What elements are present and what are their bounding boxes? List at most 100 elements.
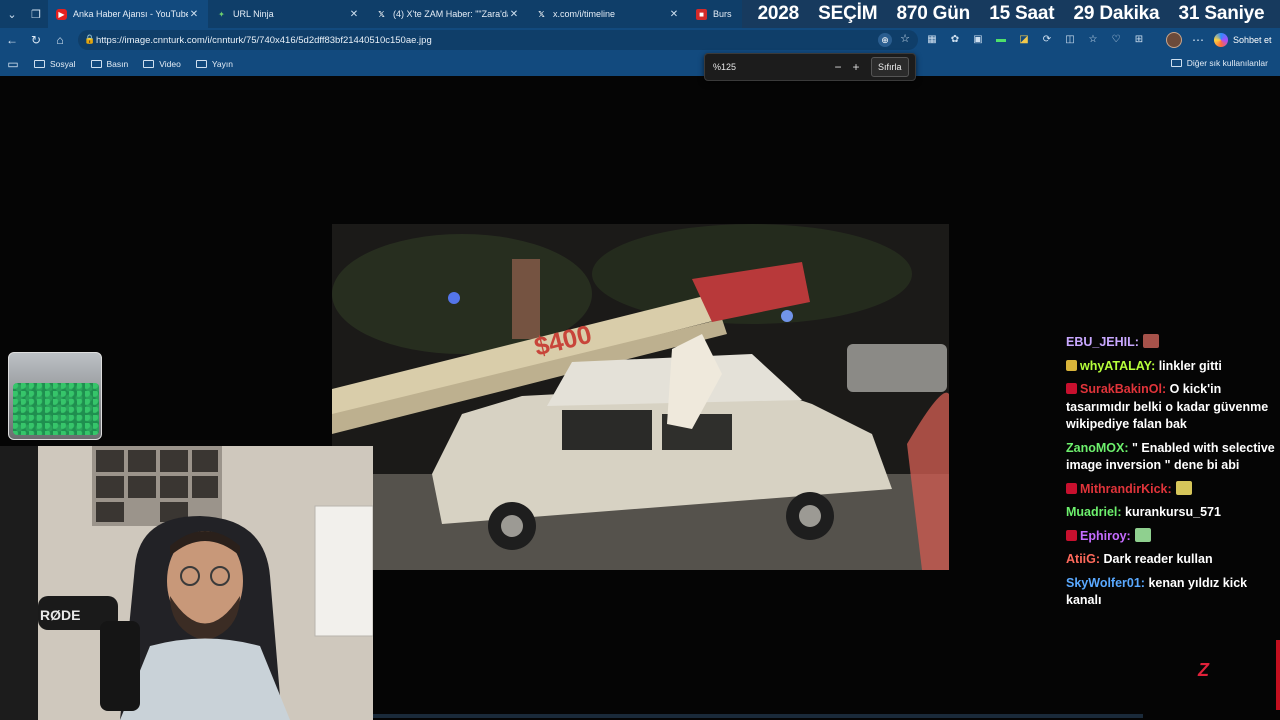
browser-tab[interactable]: 𝕏 (4) X'te ZAM Haber: ""Zara'da alışı✕ [368, 0, 528, 28]
chat-text: linkler gitti [1155, 358, 1222, 373]
streamer-webcam: RØDE [0, 446, 373, 720]
extension-icon[interactable]: ✿ [947, 32, 963, 48]
chat-username[interactable]: MithrandirKick: [1080, 482, 1172, 496]
extension-icon[interactable]: ▣ [970, 32, 986, 48]
extension-icon[interactable]: ▦ [924, 32, 940, 48]
folder-icon [143, 60, 155, 68]
chat-emote-icon [1134, 527, 1151, 542]
tab-close-icon[interactable]: ✕ [188, 9, 200, 20]
extensions-puzzle-icon[interactable]: ⟳ [1039, 32, 1055, 48]
countdown-hours: 15 Saat [989, 3, 1055, 24]
chat-username[interactable]: SkyWolfer01: [1066, 576, 1145, 590]
webcam-illustration: RØDE [0, 446, 373, 720]
chat-text: Dark reader kullan [1100, 552, 1213, 566]
stream-chat: EBU_JEHIL: whyATALAY: linkler gitti SurakB… [1066, 334, 1276, 616]
zoom-value: %125 [713, 62, 737, 72]
chat-emote-icon [1175, 480, 1192, 495]
chat-username[interactable]: Ephiroy: [1080, 529, 1131, 543]
bookmark-folder-video[interactable]: Video [143, 59, 181, 69]
favorites-icon[interactable]: ☆ [1085, 32, 1101, 48]
jar-balls [13, 383, 99, 435]
news-icon: ■ [696, 8, 707, 20]
chat-username[interactable]: EBU_JEHIL: [1066, 335, 1139, 349]
favorite-star-icon[interactable]: ☆ [900, 32, 910, 45]
extension-icon[interactable]: ◪ [1016, 32, 1032, 48]
countdown-minutes: 29 Dakika [1073, 3, 1160, 24]
countdown-seconds: 31 Saniye [1178, 3, 1265, 24]
split-screen-icon[interactable]: ◫ [1062, 32, 1078, 48]
browser-essentials-icon[interactable]: ♡ [1108, 32, 1124, 48]
street-scene-illustration: $400 [332, 224, 949, 570]
news-image: $400 [332, 224, 949, 570]
browser-tab[interactable]: ▶ Anka Haber Ajansı - YouTube ✕ [48, 0, 208, 28]
zoom-reset-button[interactable]: Sıfırla [871, 57, 909, 77]
chat-username[interactable]: ZanoMOX: [1066, 441, 1129, 455]
sidebar-toggle-icon[interactable]: ▭ [6, 52, 20, 76]
zoom-indicator-icon[interactable]: ⊕ [878, 33, 892, 47]
extensions-bar: ▦ ✿ ▣ ▬ ◪ ⟳ ◫ ☆ ♡ ⊞ [924, 32, 1147, 48]
chat-username[interactable]: Muadriel: [1066, 505, 1122, 519]
zoom-out-button[interactable]: − [829, 60, 847, 74]
tab-close-icon[interactable]: ✕ [348, 9, 360, 20]
subscriber-badge-icon [1066, 529, 1077, 541]
accent-bar [1276, 640, 1280, 710]
tab-actions-icon[interactable]: ⌄ [0, 0, 24, 28]
chat-message: ZanoMOX: " Enabled with selective image … [1066, 440, 1276, 475]
extension-icon[interactable]: ▬ [993, 32, 1009, 48]
url-text: https://image.cnnturk.com/i/cnnturk/75/7… [96, 34, 432, 46]
workspaces-icon[interactable]: ❐ [24, 0, 48, 28]
chat-message: SurakBakinOl: O kick'in tasarımıdır belk… [1066, 381, 1276, 434]
chat-emote-icon [1142, 334, 1159, 348]
browser-tab[interactable]: ✦ URL Ninja ✕ [208, 0, 368, 28]
x-icon: 𝕏 [538, 9, 545, 19]
kick-logo: Z [1198, 660, 1209, 680]
more-menu-icon[interactable]: ⋯ [1186, 28, 1210, 52]
tab-title: URL Ninja [233, 9, 274, 19]
tab-close-icon[interactable]: ✕ [668, 9, 680, 20]
chat-message: EBU_JEHIL: [1066, 334, 1276, 352]
folder-icon [195, 60, 207, 68]
subscriber-badge-icon [1066, 359, 1077, 371]
other-bookmarks-folder[interactable]: Diğer sık kullanılanlar [1170, 58, 1268, 68]
chat-message: SkyWolfer01: kenan yıldız kick kanalı [1066, 575, 1276, 610]
collections-icon[interactable]: ⊞ [1131, 32, 1147, 48]
chat-message: Ephiroy: [1066, 527, 1276, 546]
subscriber-badge-icon [1066, 383, 1077, 394]
tab-title: x.com/i/timeline [553, 9, 616, 19]
copilot-label: Sohbet et [1233, 35, 1272, 45]
zoom-popup: %125 − + Sıfırla [704, 53, 916, 81]
ball-jar-widget [8, 352, 102, 440]
refresh-icon[interactable]: ↻ [24, 28, 48, 52]
lock-icon[interactable]: 🔒 [84, 34, 95, 45]
zoom-in-button[interactable]: + [847, 60, 865, 74]
countdown-year: 2028 [757, 3, 800, 24]
copilot-icon [1214, 33, 1228, 47]
profile-avatar[interactable] [1166, 32, 1182, 48]
chat-message: whyATALAY: linkler gitti [1066, 358, 1276, 376]
countdown-label: SEÇİM [818, 3, 878, 24]
browser-tab[interactable]: ■ Bursa'da [688, 0, 740, 28]
chat-username[interactable]: AtiiG: [1066, 552, 1100, 566]
tab-close-icon[interactable]: ✕ [508, 9, 520, 20]
chat-username[interactable]: SurakBakinOl: [1080, 382, 1166, 396]
chat-message: AtiiG: Dark reader kullan [1066, 551, 1276, 569]
countdown-days: 870 Gün [896, 3, 971, 24]
address-bar[interactable]: 🔒 https://image.cnnturk.com/i/cnnturk/75… [78, 30, 918, 50]
browser-tab[interactable]: 𝕏x.com/i/timeline ✕ [528, 0, 688, 28]
home-icon[interactable]: ⌂ [48, 28, 72, 52]
subscriber-badge-icon [1066, 482, 1077, 494]
page-content: $400 RØDE EBU_JEHIL: whyATALAY: linkler … [0, 76, 1280, 720]
copilot-button[interactable]: Sohbet et [1214, 31, 1272, 49]
svg-text:RØDE: RØDE [40, 607, 80, 623]
bookmark-folder-basin[interactable]: Basın [90, 59, 128, 69]
chat-message: MithrandirKick: [1066, 480, 1276, 499]
bookmark-folder-yayin[interactable]: Yayın [195, 59, 233, 69]
bookmarks-bar: ▭ Sosyal Basın Video Yayın Diğer sık kul… [0, 52, 1280, 76]
x-icon: 𝕏 [378, 9, 385, 19]
page-scrollbar[interactable] [373, 714, 1143, 718]
bookmark-folder-sosyal[interactable]: Sosyal [34, 59, 76, 69]
chat-username[interactable]: whyATALAY: [1080, 359, 1155, 373]
folder-icon [34, 60, 45, 68]
back-icon[interactable]: ← [0, 28, 24, 52]
address-toolbar: ← ↻ ⌂ 🔒 https://image.cnnturk.com/i/cnnt… [0, 28, 1280, 52]
